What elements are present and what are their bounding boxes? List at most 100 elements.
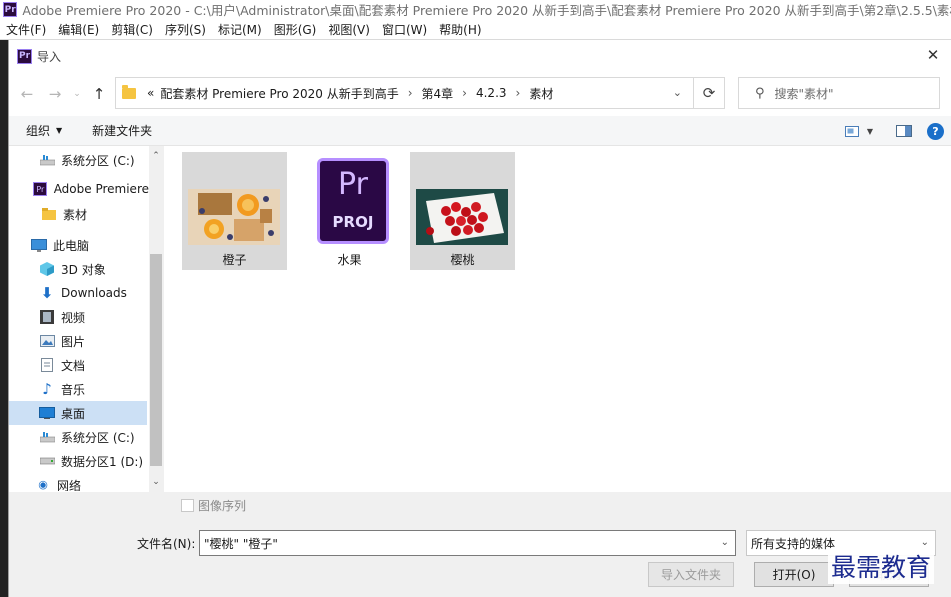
tree-item-music[interactable]: ♪ 音乐 bbox=[9, 377, 147, 401]
host-title-bar: Pr Adobe Premiere Pro 2020 - C:\用户\Admin… bbox=[0, 0, 951, 19]
menu-view[interactable]: 视图(V) bbox=[322, 21, 376, 38]
file-item-label: 水果 bbox=[337, 253, 362, 267]
tree-item-3d-objects[interactable]: 3D 对象 bbox=[9, 257, 147, 281]
file-item-project[interactable]: Pr PROJ 水果 bbox=[297, 152, 402, 270]
tree-item-label: 系统分区 (C:) bbox=[61, 153, 135, 168]
up-arrow-icon[interactable]: ↑ bbox=[85, 80, 113, 108]
search-placeholder[interactable]: 搜索"素材" bbox=[775, 85, 834, 102]
premiere-app-icon: Pr bbox=[3, 2, 18, 17]
refresh-icon[interactable]: ⟳ bbox=[693, 77, 725, 109]
folder-icon bbox=[122, 84, 136, 99]
file-item-orange[interactable]: 橙子 bbox=[182, 152, 287, 270]
drive-icon bbox=[39, 454, 55, 468]
tree-item-label: 视频 bbox=[61, 310, 86, 325]
premiere-project-icon-sub: PROJ bbox=[332, 213, 374, 231]
tree-item-label: 图片 bbox=[61, 334, 86, 349]
filename-input[interactable]: "樱桃" "橙子" ⌄ bbox=[199, 530, 736, 556]
tree-item-sucai-folder[interactable]: 素材 bbox=[9, 202, 147, 226]
video-icon bbox=[39, 310, 55, 324]
image-sequence-checkbox[interactable] bbox=[181, 498, 194, 512]
filename-label: 文件名(N): bbox=[137, 537, 196, 551]
tree-item-pictures[interactable]: 图片 bbox=[9, 329, 147, 353]
tree-scrollbar[interactable]: ⌃ ⌄ bbox=[149, 146, 163, 492]
host-menu-bar: 文件(F) 编辑(E) 剪辑(C) 序列(S) 标记(M) 图形(G) 视图(V… bbox=[0, 19, 951, 40]
chevron-down-icon[interactable]: ⌄ bbox=[721, 537, 729, 548]
breadcrumb-separator-icon[interactable]: › bbox=[456, 86, 473, 100]
image-sequence-label: 图像序列 bbox=[198, 498, 247, 513]
tree-item-system-c-2[interactable]: 系统分区 (C:) bbox=[9, 425, 147, 449]
help-icon[interactable]: ? bbox=[927, 122, 944, 140]
breadcrumb-item[interactable]: 配套素材 Premiere Pro 2020 从新手到高手 bbox=[157, 85, 401, 102]
drive-icon bbox=[39, 153, 55, 167]
breadcrumb-overflow[interactable]: « bbox=[144, 86, 157, 100]
menu-help[interactable]: 帮助(H) bbox=[433, 21, 487, 38]
tree-item-system-c[interactable]: 系统分区 (C:) bbox=[9, 148, 147, 172]
file-item-cherry[interactable]: 樱桃 bbox=[410, 152, 515, 270]
dialog-title-bar: Pr 导入 ✕ bbox=[9, 40, 951, 72]
download-icon: ⬇ bbox=[40, 284, 54, 302]
tree-item-network[interactable]: ◉ 网络 bbox=[9, 477, 147, 492]
tree-item-documents[interactable]: 文档 bbox=[9, 353, 147, 377]
premiere-project-icon: Pr PROJ bbox=[317, 158, 389, 244]
menu-window[interactable]: 窗口(W) bbox=[376, 21, 433, 38]
tree-item-label: 网络 bbox=[57, 479, 82, 491]
tree-item-data-d[interactable]: 数据分区1 (D:) bbox=[9, 449, 147, 473]
scrollbar-thumb[interactable] bbox=[150, 254, 162, 466]
close-icon[interactable]: ✕ bbox=[921, 44, 945, 66]
host-background bbox=[0, 40, 8, 597]
view-controls: ▼ ? bbox=[835, 120, 944, 142]
image-sequence-row: 图像序列 bbox=[9, 492, 951, 518]
dialog-title: 导入 bbox=[37, 49, 62, 64]
navigation-bar: ← → ⌄ ↑ « 配套素材 Premiere Pro 2020 从新手到高手 … bbox=[9, 72, 951, 116]
change-view-icon[interactable] bbox=[841, 120, 863, 142]
menu-edit[interactable]: 编辑(E) bbox=[52, 21, 105, 38]
import-dialog: Pr 导入 ✕ ← → ⌄ ↑ « 配套素材 Premiere Pro 2020… bbox=[8, 40, 951, 597]
forward-arrow-icon[interactable]: → bbox=[41, 80, 69, 108]
chevron-down-icon: ⌄ bbox=[920, 537, 929, 548]
scroll-up-icon[interactable]: ⌃ bbox=[149, 148, 163, 164]
menu-sequence[interactable]: 序列(S) bbox=[159, 21, 212, 38]
import-folder-button[interactable]: 导入文件夹 bbox=[648, 562, 734, 587]
tree-item-downloads[interactable]: ⬇ Downloads bbox=[9, 281, 147, 305]
breadcrumb-separator-icon[interactable]: › bbox=[402, 86, 419, 100]
address-dropdown-icon[interactable]: ⌄ bbox=[673, 86, 682, 99]
file-item-label: 橙子 bbox=[222, 253, 247, 267]
filename-row: 文件名(N): "樱桃" "橙子" ⌄ 所有支持的媒体 ⌄ bbox=[9, 530, 951, 556]
breadcrumb-item[interactable]: 第4章 bbox=[419, 85, 457, 102]
tree-item-adobe-premiere[interactable]: Pr Adobe Premiere bbox=[9, 177, 149, 201]
computer-icon bbox=[31, 238, 47, 252]
organize-button[interactable]: 组织 ▼ bbox=[26, 122, 62, 139]
filename-value: "樱桃" "橙子" bbox=[204, 536, 278, 551]
tree-item-label: 桌面 bbox=[61, 406, 86, 421]
menu-file[interactable]: 文件(F) bbox=[0, 21, 52, 38]
tree-item-label: 系统分区 (C:) bbox=[61, 430, 135, 445]
breadcrumb-item[interactable]: 素材 bbox=[526, 85, 556, 102]
breadcrumb-item[interactable]: 4.2.3 bbox=[473, 86, 510, 100]
back-arrow-icon[interactable]: ← bbox=[13, 80, 41, 108]
tree-item-this-pc[interactable]: 此电脑 bbox=[9, 233, 147, 257]
view-dropdown-icon[interactable]: ▼ bbox=[865, 120, 875, 142]
search-box[interactable]: ⚲ 搜索"素材" bbox=[738, 77, 940, 109]
scroll-down-icon[interactable]: ⌄ bbox=[149, 474, 163, 490]
new-folder-button[interactable]: 新建文件夹 bbox=[92, 122, 152, 139]
menu-graphics[interactable]: 图形(G) bbox=[268, 21, 323, 38]
menu-markers[interactable]: 标记(M) bbox=[212, 21, 268, 38]
button-row: 导入文件夹 打开(O) 取消 bbox=[9, 562, 951, 588]
tree-item-desktop[interactable]: 桌面 bbox=[9, 401, 147, 425]
tree-item-label: 素材 bbox=[63, 207, 88, 222]
address-bar[interactable]: « 配套素材 Premiere Pro 2020 从新手到高手 › 第4章 › … bbox=[115, 77, 723, 109]
premiere-dialog-icon: Pr bbox=[17, 48, 32, 64]
file-item-label: 樱桃 bbox=[450, 253, 475, 267]
menu-clip[interactable]: 剪辑(C) bbox=[105, 21, 159, 38]
tree-item-label: Adobe Premiere bbox=[53, 182, 149, 196]
breadcrumb-separator-icon[interactable]: › bbox=[510, 86, 527, 100]
preview-pane-icon[interactable] bbox=[893, 120, 915, 142]
tree-item-label: 文档 bbox=[61, 358, 86, 373]
3d-objects-icon bbox=[39, 262, 55, 276]
watermark-logo: 最需教育 bbox=[828, 548, 935, 584]
recent-chevron-icon[interactable]: ⌄ bbox=[69, 80, 85, 108]
tree-item-label: 数据分区1 (D:) bbox=[61, 454, 144, 469]
premiere-project-icon-text: Pr bbox=[338, 167, 368, 202]
tree-item-videos[interactable]: 视频 bbox=[9, 305, 147, 329]
open-button[interactable]: 打开(O) bbox=[754, 562, 834, 587]
